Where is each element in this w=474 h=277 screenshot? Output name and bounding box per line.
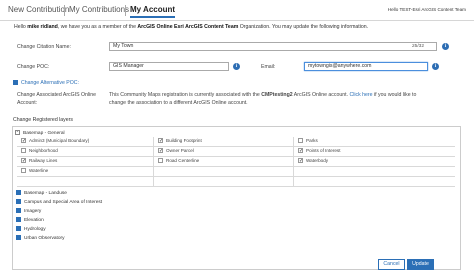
citation-name-label: Change Citation Name: bbox=[17, 44, 71, 50]
layer-group-imagery[interactable]: Imagery bbox=[16, 208, 41, 214]
layer-grid-empty-cell bbox=[294, 167, 455, 177]
collapse-icon: - bbox=[15, 129, 20, 135]
layer-item-building-footprint[interactable]: ✓ Building Footprint bbox=[154, 137, 294, 147]
tab-my-contributions[interactable]: My Contributions bbox=[69, 5, 129, 14]
email-input[interactable]: mytowngis@anywhere.com bbox=[304, 62, 428, 71]
layer-group-campus[interactable]: Campus and Special Area of Interest bbox=[16, 199, 102, 205]
hello-user-text: Hello TEST-Esri ArcGIS Content Team bbox=[387, 7, 466, 12]
tab-divider bbox=[64, 5, 65, 16]
checkbox-checked-icon[interactable]: ✓ bbox=[298, 148, 303, 154]
poc-label: Change POC: bbox=[17, 64, 50, 70]
expand-icon bbox=[16, 235, 21, 240]
layer-item-waterline[interactable]: Waterline bbox=[17, 167, 154, 177]
citation-name-input[interactable]: My Town bbox=[109, 42, 437, 51]
layer-group-basemap-general[interactable]: - Basemap - General bbox=[15, 130, 65, 136]
collapse-toggle-icon bbox=[13, 80, 18, 86]
layer-item-parks[interactable]: Parks bbox=[294, 137, 455, 147]
layer-group-elevation[interactable]: Elevation bbox=[16, 217, 44, 223]
basemap-general-layers-grid: ✓ Admin3 (Municipal Boundary) ✓ Building F… bbox=[17, 137, 455, 187]
layer-group-basemap-landuse[interactable]: Basemap - Landuse bbox=[16, 190, 67, 196]
tab-divider bbox=[125, 5, 126, 16]
checkbox-unchecked-icon[interactable] bbox=[21, 168, 26, 174]
organization-name: ArcGIS Online Esri ArcGIS Content Team bbox=[137, 24, 239, 30]
info-icon[interactable]: i bbox=[442, 43, 449, 50]
tab-my-account[interactable]: My Account bbox=[130, 5, 176, 18]
associated-account-text: This Community Maps registration is curr… bbox=[109, 92, 417, 106]
registered-layers-title: Change Registered layers bbox=[13, 117, 73, 123]
checkbox-checked-icon[interactable]: ✓ bbox=[21, 158, 26, 164]
checkbox-checked-icon[interactable]: ✓ bbox=[21, 138, 26, 144]
cancel-button[interactable]: Cancel bbox=[378, 259, 405, 270]
layer-item-points-of-interest[interactable]: ✓ Points of Interest bbox=[294, 147, 455, 157]
layer-item-neighborhood[interactable]: Neighborhood bbox=[17, 147, 154, 157]
checkbox-checked-icon[interactable]: ✓ bbox=[158, 148, 163, 154]
layer-grid-empty-cell bbox=[294, 177, 455, 187]
expand-icon bbox=[16, 226, 21, 231]
intro-text: Hello mike ridland, we have you as a mem… bbox=[14, 24, 369, 30]
tab-new-contribution[interactable]: New Contribution bbox=[8, 5, 69, 14]
alternative-poc-toggle[interactable]: Change Alternative POC: bbox=[13, 80, 79, 86]
expand-icon bbox=[16, 217, 21, 222]
citation-char-counter: 25/32 bbox=[412, 44, 425, 49]
update-button[interactable]: Update bbox=[407, 259, 434, 270]
layer-grid-empty-cell bbox=[154, 167, 294, 177]
layer-item-owner-parcel[interactable]: ✓ Owner Parcel bbox=[154, 147, 294, 157]
email-label: Email: bbox=[261, 64, 276, 70]
change-association-link[interactable]: Click here bbox=[349, 92, 372, 98]
checkbox-unchecked-icon[interactable] bbox=[158, 158, 163, 164]
layer-grid-empty-cell bbox=[154, 177, 294, 187]
expand-icon bbox=[16, 190, 21, 195]
layer-item-railway-lines[interactable]: ✓ Railway Lines bbox=[17, 157, 154, 167]
layer-group-hydrology[interactable]: Hydrology bbox=[16, 226, 46, 232]
info-icon[interactable]: i bbox=[432, 63, 439, 70]
layer-grid-empty-cell bbox=[17, 177, 154, 187]
checkbox-checked-icon[interactable]: ✓ bbox=[158, 138, 163, 144]
top-tab-bar: New Contribution My Contributions My Acc… bbox=[0, 0, 474, 21]
layer-group-urban-observatory[interactable]: Urban Observatory bbox=[16, 235, 65, 241]
layer-item-road-centerline[interactable]: Road Centerline bbox=[154, 157, 294, 167]
checkbox-unchecked-icon[interactable] bbox=[298, 138, 303, 144]
checkbox-checked-icon[interactable]: ✓ bbox=[298, 158, 303, 164]
user-name: mike ridland bbox=[27, 24, 58, 30]
poc-input[interactable]: GIS Manager bbox=[109, 62, 229, 71]
checkbox-unchecked-icon[interactable] bbox=[21, 148, 26, 154]
info-icon[interactable]: i bbox=[233, 63, 240, 70]
expand-icon bbox=[16, 199, 21, 204]
associated-account-label: Change Associated ArcGIS Online Account: bbox=[17, 92, 97, 106]
layer-item-admin3[interactable]: ✓ Admin3 (Municipal Boundary) bbox=[17, 137, 154, 147]
expand-icon bbox=[16, 208, 21, 213]
layer-item-waterbody[interactable]: ✓ Waterbody bbox=[294, 157, 455, 167]
